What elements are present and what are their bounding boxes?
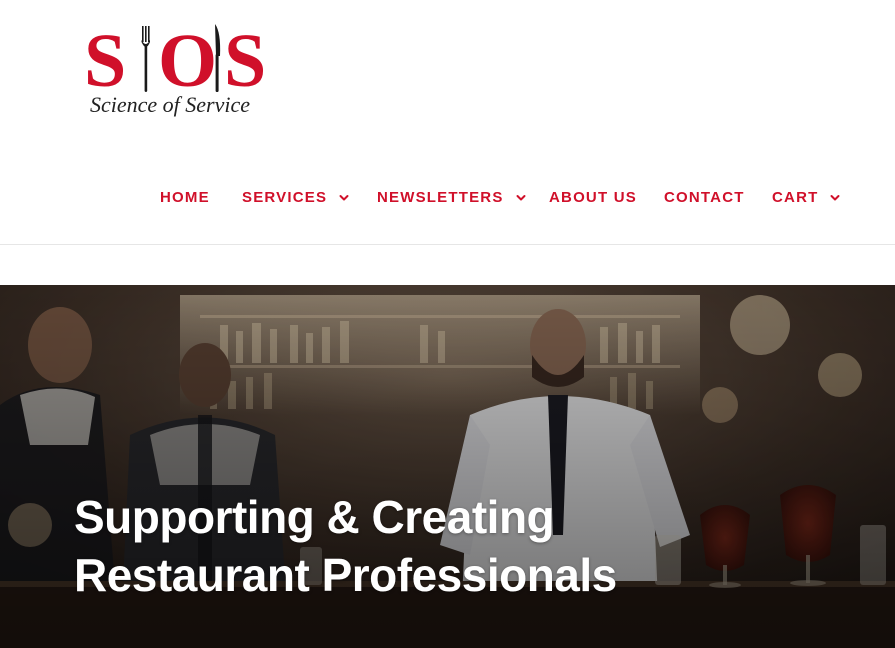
logo-letter-o: O	[158, 19, 217, 98]
nav-item-home[interactable]: HOME	[160, 178, 210, 218]
chevron-down-icon	[830, 194, 840, 200]
nav-label-newsletters: NEWSLETTERS	[377, 189, 504, 206]
knife-icon	[215, 24, 221, 92]
nav-label-home: HOME	[160, 189, 210, 206]
page: S O S Science of Service HOME SERVICES N…	[0, 0, 895, 648]
site-logo[interactable]: S O S Science of Service	[84, 18, 284, 124]
main-nav: HOME SERVICES NEWSLETTERS ABOUT US CONTA…	[0, 178, 895, 218]
nav-item-cart[interactable]: CART	[772, 178, 840, 218]
nav-label-contact: CONTACT	[664, 189, 745, 206]
chevron-down-icon	[516, 194, 526, 200]
nav-item-about-us[interactable]: ABOUT US	[549, 178, 637, 218]
hero-title-line-1: Supporting & Creating	[74, 490, 555, 543]
hero-banner: Supporting & Creating Restaurant Profess…	[0, 285, 895, 648]
nav-item-newsletters[interactable]: NEWSLETTERS	[377, 178, 526, 218]
nav-label-cart: CART	[772, 189, 819, 206]
fork-icon	[141, 26, 150, 92]
nav-item-services[interactable]: SERVICES	[242, 178, 349, 218]
nav-label-about-us: ABOUT US	[549, 189, 637, 206]
chevron-down-icon	[339, 194, 349, 200]
nav-item-contact[interactable]: CONTACT	[664, 178, 745, 218]
hero-title-line-2: Restaurant Professionals	[74, 548, 617, 601]
nav-label-services: SERVICES	[242, 189, 328, 206]
logo-letter-s1: S	[84, 19, 126, 98]
logo-letter-s2: S	[224, 19, 266, 98]
logo-mark: S O S	[84, 19, 266, 98]
logo-tagline: Science of Service	[90, 92, 251, 117]
site-header: S O S Science of Service HOME SERVICES N…	[0, 0, 895, 245]
hero-title: Supporting & Creating Restaurant Profess…	[74, 488, 774, 604]
